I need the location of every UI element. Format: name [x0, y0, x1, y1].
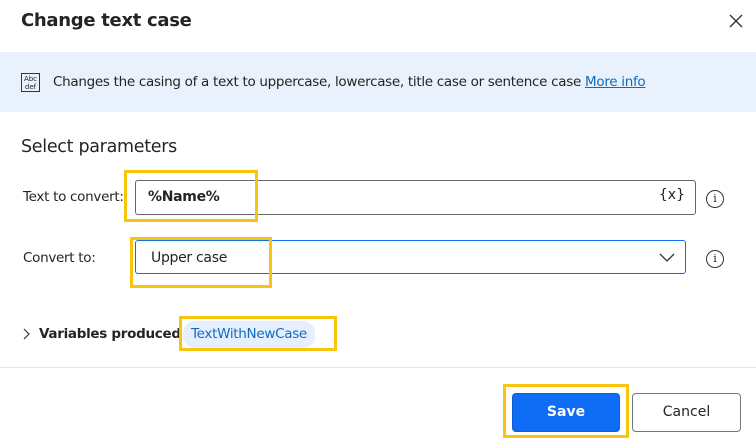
- dialog-title: Change text case: [21, 10, 192, 31]
- info-icon[interactable]: i: [706, 190, 724, 208]
- variable-picker-icon[interactable]: {x}: [659, 187, 685, 203]
- info-icon[interactable]: i: [706, 250, 724, 268]
- text-case-icon: Abc def: [21, 73, 40, 92]
- action-description: Changes the casing of a text to uppercas…: [53, 74, 646, 90]
- variables-produced-toggle[interactable]: Variables produced: [39, 326, 181, 342]
- highlight-box: [179, 316, 337, 351]
- text-to-convert-label: Text to convert:: [23, 189, 124, 205]
- footer-divider: [0, 367, 756, 368]
- chevron-down-icon: [659, 253, 675, 262]
- highlight-box: [124, 170, 258, 222]
- cancel-button[interactable]: Cancel: [632, 393, 741, 432]
- more-info-link[interactable]: More info: [585, 74, 646, 90]
- section-title: Select parameters: [21, 137, 177, 157]
- highlight-box: [130, 237, 272, 288]
- chevron-right-icon[interactable]: [22, 328, 30, 340]
- close-icon[interactable]: [727, 12, 745, 30]
- convert-to-label: Convert to:: [23, 250, 96, 266]
- highlight-box: [503, 384, 629, 438]
